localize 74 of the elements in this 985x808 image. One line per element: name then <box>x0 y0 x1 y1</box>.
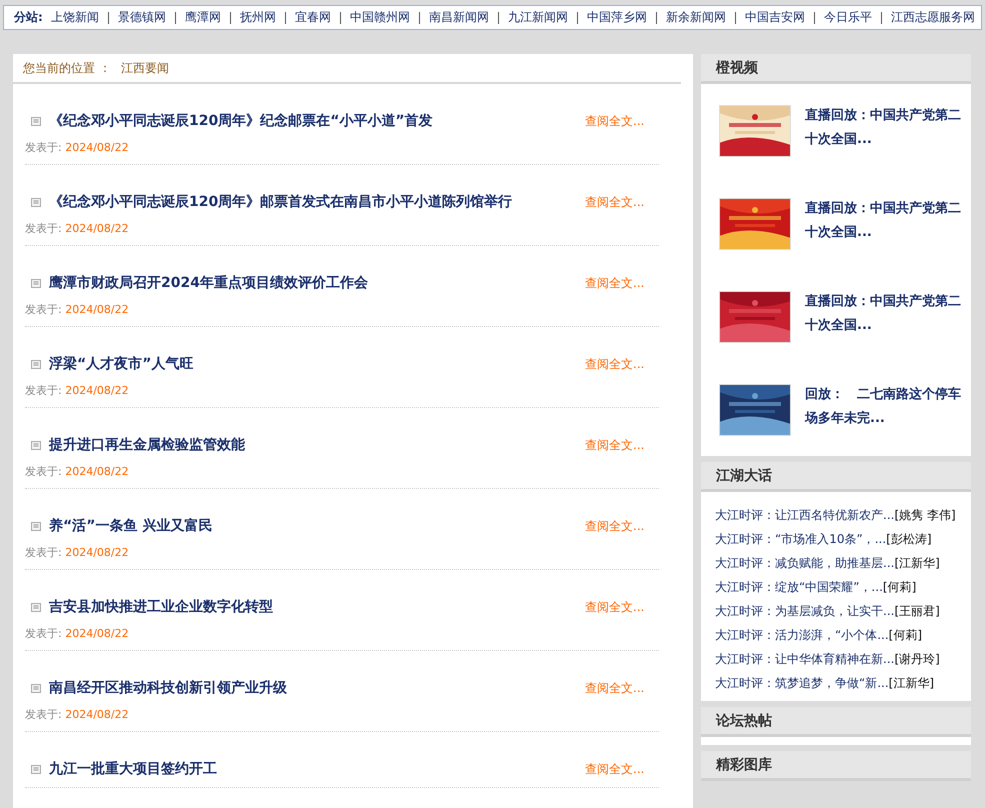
substation-link[interactable]: 南昌新闻网 <box>428 9 489 26</box>
date-label: 发表于: <box>25 708 62 721</box>
author-name: [王丽君] <box>894 604 940 618</box>
date-label: 发表于: <box>25 546 62 559</box>
substation-link[interactable]: 鹰潭网 <box>184 9 221 26</box>
article-title-link[interactable]: 养“活”一条鱼 兴业又富民 <box>49 517 577 535</box>
document-icon <box>31 522 41 530</box>
document-icon <box>31 278 41 288</box>
section-title: 论坛热帖 <box>716 712 772 730</box>
section-title: 江湖大话 <box>716 466 772 484</box>
video-title-link[interactable]: 回放： 二七南路这个停车场多年未完... <box>805 383 965 431</box>
author-name: [谢丹玲] <box>894 652 940 666</box>
video-title-link[interactable]: 直播回放：中国共产党第二十次全国... <box>805 104 965 152</box>
document-icon <box>31 684 41 692</box>
commentary-link[interactable]: 大江时评：让中华体育精神在新... <box>715 652 894 666</box>
author-name: [彭松涛] <box>886 532 932 546</box>
substation-link[interactable]: 景德镇网 <box>118 9 166 26</box>
date-label: 发表于: <box>25 141 62 154</box>
video-title-link[interactable]: 直播回放：中国共产党第二十次全国... <box>805 197 965 245</box>
document-icon <box>31 440 41 450</box>
article-title-link[interactable]: 吉安县加快推进工业企业数字化转型 <box>49 598 577 616</box>
substation-link[interactable]: 上饶新闻 <box>50 9 99 26</box>
section-title: 精彩图库 <box>716 756 772 774</box>
date-label: 发表于: <box>25 627 62 640</box>
author-name: [江新华] <box>888 676 934 690</box>
date-label: 发表于: <box>25 384 62 397</box>
publish-date: 2024/08/22 <box>65 465 129 478</box>
commentary-link[interactable]: 大江时评：让江西名特优新农产... <box>715 508 894 522</box>
date-label: 发表于: <box>25 303 62 316</box>
substation-link[interactable]: 新余新闻网 <box>666 9 726 26</box>
commentary-link[interactable]: 大江时评：筑梦追梦，争做“新... <box>715 676 889 690</box>
publish-date: 2024/08/22 <box>65 627 129 640</box>
document-icon <box>31 116 41 126</box>
publish-date: 2024/08/22 <box>65 384 129 397</box>
author-name: [何莉] <box>888 628 922 642</box>
publish-date: 2024/08/22 <box>65 546 129 559</box>
article-title-link[interactable]: 提升进口再生金属检验监管效能 <box>49 436 577 454</box>
article-title-link[interactable]: 《纪念邓小平同志诞辰120周年》纪念邮票在“小平小道”首发 <box>49 112 577 130</box>
publish-date: 2024/08/22 <box>65 303 129 316</box>
document-icon <box>31 198 41 206</box>
breadcrumb-label: 您当前的位置 ： <box>23 60 111 77</box>
video-title-link[interactable]: 直播回放：中国共产党第二十次全国... <box>805 290 965 338</box>
author-name: [江新华] <box>894 556 940 570</box>
date-label: 发表于: <box>25 465 62 478</box>
substation-link[interactable]: 今日乐平 <box>824 9 872 26</box>
commentary-link[interactable]: 大江时评：绽放“中国荣耀”，... <box>715 580 883 594</box>
substation-link[interactable]: 中国赣州网 <box>350 9 410 26</box>
document-icon <box>31 360 41 368</box>
substation-link[interactable]: 九江新闻网 <box>508 9 568 26</box>
date-label: 发表于: <box>25 222 62 235</box>
commentary-link[interactable]: 大江时评：为基层减负，让实干... <box>715 604 894 618</box>
document-icon <box>31 602 41 612</box>
substation-link[interactable]: 中国吉安网 <box>744 9 805 26</box>
breadcrumb-link[interactable]: 江西要闻 <box>120 60 169 77</box>
commentary-link[interactable]: 大江时评：活力澎湃，“小个体... <box>715 628 889 642</box>
section-title: 橙视频 <box>716 58 758 76</box>
commentary-link[interactable]: 大江时评：减负赋能，助推基层... <box>715 556 894 570</box>
article-title-link[interactable]: 《纪念邓小平同志诞辰120周年》邮票首发式在南昌市小平小道陈列馆举行 <box>49 193 577 211</box>
article-title-link[interactable]: 鹰潭市财政局召开2024年重点项目绩效评价工作会 <box>49 274 577 292</box>
publish-date: 2024/08/22 <box>65 708 129 721</box>
document-icon <box>31 764 41 774</box>
commentary-link[interactable]: 大江时评：“市场准入10条”，... <box>715 532 886 546</box>
publish-date: 2024/08/22 <box>65 141 129 154</box>
publish-date: 2024/08/22 <box>65 222 129 235</box>
article-title-link[interactable]: 九江一批重大项目签约开工 <box>49 760 577 778</box>
article-title-link[interactable]: 浮梁“人才夜市”人气旺 <box>49 355 577 373</box>
author-name: [何莉] <box>882 580 916 594</box>
substation-link[interactable]: 中国萍乡网 <box>586 9 647 26</box>
substation-link[interactable]: 宜春网 <box>294 9 331 26</box>
substation-link[interactable]: 抚州网 <box>240 9 276 26</box>
substation-label: 分站: <box>14 9 43 26</box>
author-name: [姚隽 李伟] <box>894 508 956 522</box>
article-title-link[interactable]: 南昌经开区推动科技创新引领产业升级 <box>49 679 577 697</box>
substation-link[interactable]: 江西志愿服务网 <box>890 9 975 26</box>
